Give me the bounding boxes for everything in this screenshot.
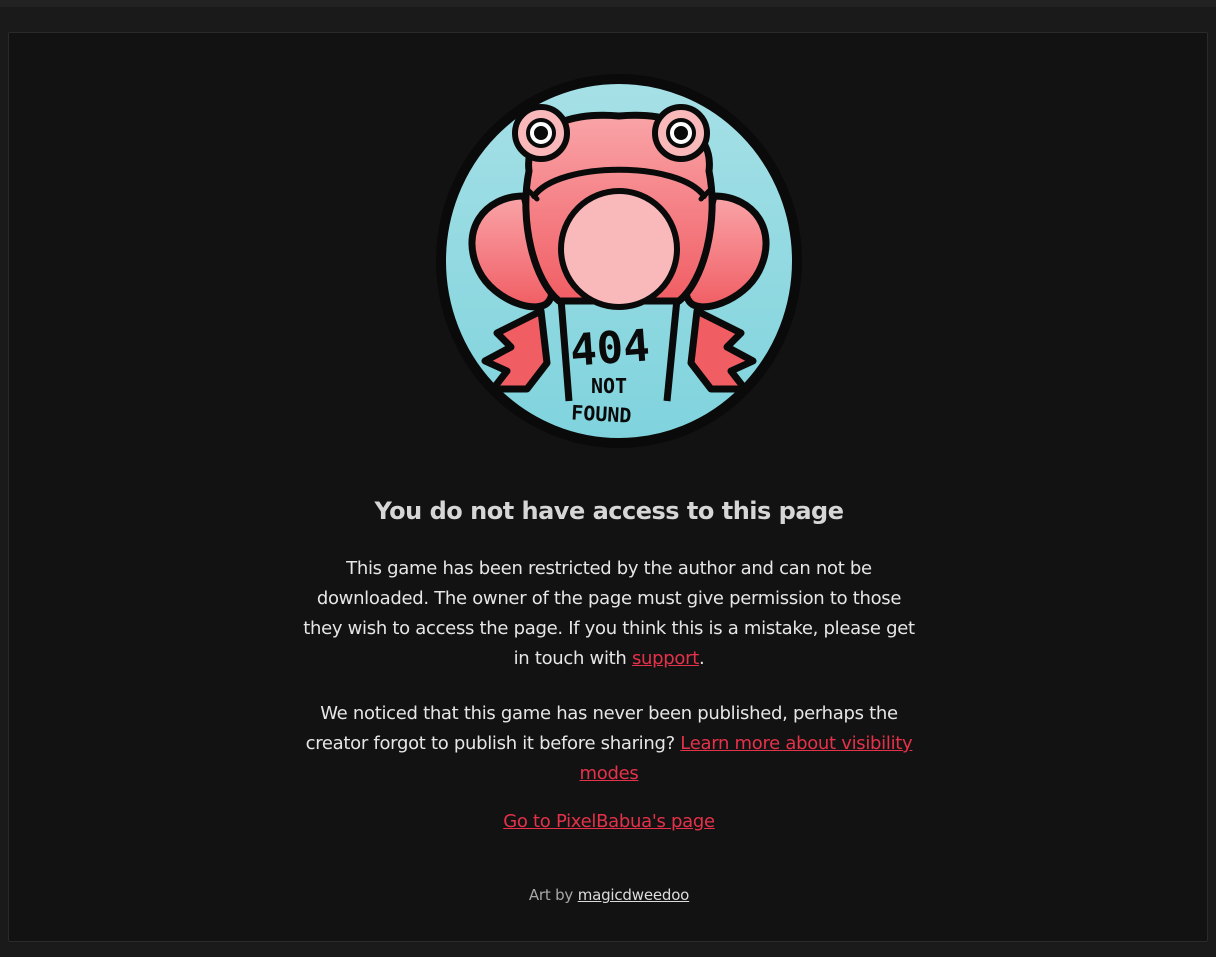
page-title: You do not have access to this page bbox=[374, 497, 844, 525]
restricted-message-suffix: . bbox=[698, 648, 705, 669]
art-credit: Art by magicdweedoo bbox=[9, 886, 1209, 904]
restricted-message: This game has been restricted by the aut… bbox=[297, 554, 921, 674]
frog-404-illustration: 404 NOT FOUND bbox=[436, 74, 802, 448]
content-panel: 404 NOT FOUND You do not have access to … bbox=[8, 32, 1208, 942]
owner-page-link[interactable]: Go to PixelBabua's page bbox=[503, 811, 715, 832]
illustration-not-text: NOT bbox=[591, 374, 627, 398]
unpublished-message: We noticed that this game has never been… bbox=[297, 699, 921, 789]
artist-link[interactable]: magicdweedoo bbox=[578, 886, 690, 904]
art-credit-prefix: Art by bbox=[528, 886, 578, 904]
frog-belly bbox=[558, 188, 680, 310]
top-bar bbox=[0, 0, 1216, 7]
illustration-found-text: FOUND bbox=[571, 400, 632, 427]
support-link[interactable]: support bbox=[632, 648, 699, 669]
restricted-message-text: This game has been restricted by the aut… bbox=[303, 558, 915, 669]
owner-page-container: Go to PixelBabua's page bbox=[9, 811, 1209, 832]
illustration-404-text: 404 bbox=[569, 320, 652, 376]
